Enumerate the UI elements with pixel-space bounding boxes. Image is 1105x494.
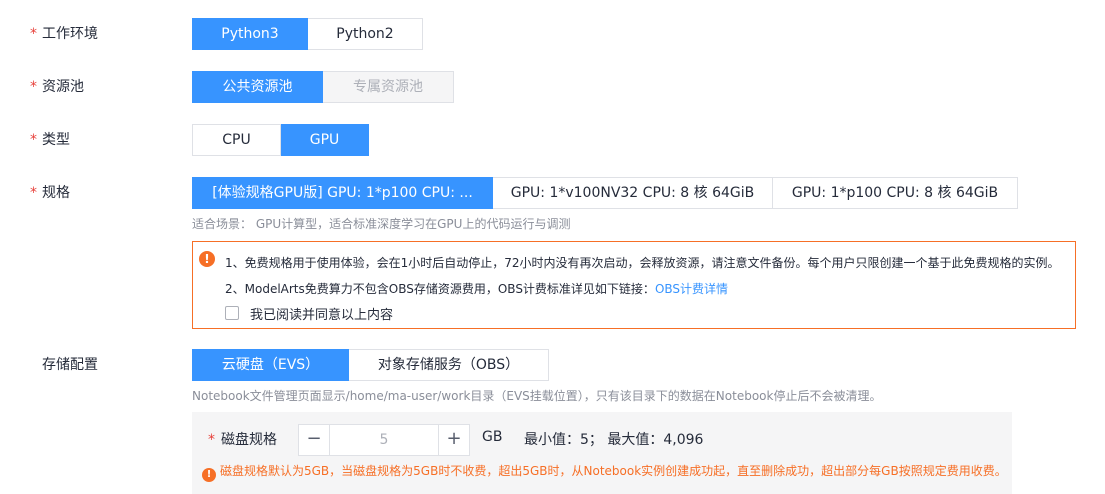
storage-hint: Notebook文件管理页面显示/home/ma-user/work目录（EVS…	[192, 389, 882, 403]
free-spec-notice: ! 1、免费规格用于使用体验，会在1小时后自动停止，72小时内没有再次启动，会释…	[192, 241, 1076, 329]
agree-checkbox[interactable]	[225, 306, 239, 320]
decrement-button[interactable]: −	[298, 424, 330, 456]
pool-option-public[interactable]: 公共资源池	[192, 71, 323, 103]
storage-option-evs[interactable]: 云硬盘（EVS）	[192, 349, 349, 381]
disk-size-input[interactable]: 5	[330, 424, 438, 456]
storage-option-obs[interactable]: 对象存储服务（OBS）	[349, 349, 549, 381]
env-option-python3[interactable]: Python3	[192, 18, 308, 50]
warning-icon: !	[199, 251, 215, 267]
disk-size-warning: ! 磁盘规格默认为5GB，当磁盘规格为5GB时不收费，超出5GB时，从Notebo…	[202, 462, 1007, 482]
pool-option-dedicated[interactable]: 专属资源池	[323, 71, 454, 103]
warning-icon: !	[202, 468, 216, 482]
notice-line-2: 2、ModelArts免费算力不包含OBS存储资源费用，OBS计费标准详见如下链…	[225, 280, 728, 297]
spec-option-v100[interactable]: GPU: 1*v100NV32 CPU: 8 核 64GiB	[493, 177, 773, 209]
spec-selector: [体验规格GPU版] GPU: 1*p100 CPU: ... GPU: 1*v…	[192, 177, 1018, 209]
env-selector: Python3 Python2	[192, 18, 423, 50]
pool-label: * 资源池	[30, 79, 84, 95]
notice-line-1: 1、免费规格用于使用体验，会在1小时后自动停止，72小时内没有再次启动，会释放资…	[225, 256, 1060, 270]
type-option-cpu[interactable]: CPU	[192, 124, 281, 156]
storage-selector: 云硬盘（EVS） 对象存储服务（OBS）	[192, 349, 549, 381]
disk-config-panel: * 磁盘规格 − 5 + GB 最小值：5； 最大值：4,096 ! 磁盘规格默认为…	[192, 412, 1012, 494]
spec-hint: 适合场景： GPU计算型，适合标准深度学习在GPU上的代码运行与调测	[192, 217, 571, 231]
obs-pricing-link[interactable]: OBS计费详情	[655, 282, 728, 296]
env-option-python2[interactable]: Python2	[308, 18, 423, 50]
type-label: * 类型	[30, 132, 70, 148]
required-mark: *	[30, 26, 37, 42]
required-mark: *	[30, 132, 37, 148]
disk-size-label: * 磁盘规格	[208, 432, 277, 448]
disk-size-range: 最小值：5； 最大值：4,096	[524, 432, 704, 448]
type-option-gpu[interactable]: GPU	[281, 124, 369, 156]
notice-line-2-text: 2、ModelArts免费算力不包含OBS存储资源费用，OBS计费标准详见如下链…	[225, 282, 655, 296]
agree-label[interactable]: 我已阅读并同意以上内容	[250, 304, 393, 323]
pool-selector: 公共资源池 专属资源池	[192, 71, 454, 103]
spec-option-trial-p100[interactable]: [体验规格GPU版] GPU: 1*p100 CPU: ...	[192, 177, 493, 209]
spec-label: * 规格	[30, 185, 70, 201]
env-label: * 工作环境	[30, 26, 98, 42]
spec-option-p100[interactable]: GPU: 1*p100 CPU: 8 核 64GiB	[773, 177, 1018, 209]
required-mark: *	[30, 185, 37, 201]
required-mark: *	[208, 432, 215, 448]
disk-size-stepper: − 5 +	[298, 424, 470, 456]
increment-button[interactable]: +	[438, 424, 470, 456]
required-mark: *	[30, 79, 37, 95]
disk-size-unit: GB	[482, 429, 503, 445]
type-selector: CPU GPU	[192, 124, 369, 156]
storage-label: 存储配置	[42, 357, 98, 373]
